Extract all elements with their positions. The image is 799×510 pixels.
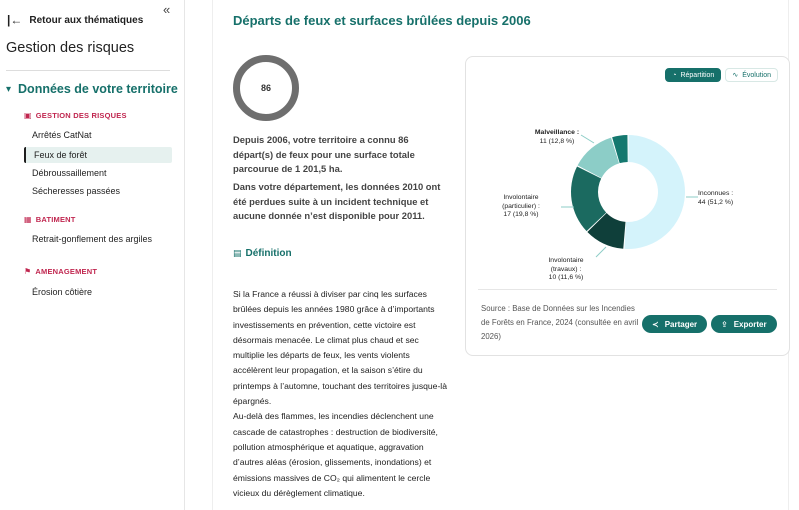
slice-label: Involontaire (travaux) : [548,257,584,273]
source-text: Source : Base de Données sur les Incendi… [481,304,639,341]
export-button[interactable]: ⇪ Exporter [711,315,777,333]
category-batiment: ▦ BATIMENT [24,215,76,224]
page-title: Départs de feux et surfaces brûlées depu… [233,13,531,28]
back-arrow-icon: |← [7,13,23,27]
sidebar-item-retrait-gonflement[interactable]: Retrait-gonflement des argiles [32,234,152,244]
sidebar-item-feux-de-foret[interactable]: Feux de forêt [24,147,172,163]
label-involontaire-particulier: Involontaire (particulier) : 17 (19,8 %) [486,194,556,220]
button-label: Exporter [733,319,767,329]
label-inconnues: Inconnues : 44 (51,2 %) [698,190,768,207]
leader-line [595,246,607,258]
category-gestion-risques: ▣ GESTION DES RISQUES [24,111,127,120]
back-label: Retour aux thématiques [29,14,144,26]
chevron-down-icon: ▾ [6,83,12,95]
back-to-themes-link[interactable]: |← Retour aux thématiques [7,13,143,27]
document-icon: ▤ [233,248,242,258]
planning-icon: ⚑ [24,267,32,276]
category-label: AMENAGEMENT [35,267,98,276]
share-button[interactable]: ≺ Partager [642,315,708,333]
definition-link[interactable]: ▤ Définition [233,248,292,259]
building-icon: ▦ [24,215,32,224]
button-label: Partager [664,319,698,329]
slice-label: Inconnues : [698,190,734,197]
risk-icon: ▣ [24,111,32,120]
label-malveillance: Malveillance : 11 (12,8 %) [524,129,590,146]
label-involontaire-travaux: Involontaire (travaux) : 10 (11,6 %) [538,257,594,283]
sidebar-item-arretes-catnat[interactable]: Arrêtés CatNat [32,130,92,140]
export-icon: ⇪ [721,319,728,329]
page-edge [790,0,799,510]
donut-slice[interactable] [624,135,686,249]
sidebar: « |← Retour aux thématiques Gestion des … [0,0,185,510]
slice-label: Involontaire (particulier) : [502,194,540,210]
fire-count-ring: 86 [233,55,299,121]
slice-label: Malveillance : [534,129,580,136]
chart-card: ◔ Répartition ∿ Évolution Malveillance :… [465,56,790,356]
summary-missing-data: Dans votre département, les données 2010… [233,181,441,221]
definition-label: Définition [245,248,292,259]
sidebar-title: Gestion des risques [6,40,135,56]
category-amenagement: ⚑ AMENAGEMENT [24,267,97,276]
sidebar-item-debroussaillement[interactable]: Débroussaillement [32,168,107,178]
category-label: BATIMENT [35,215,76,224]
body-paragraph-2: Au-delà des flammes, les incendies décle… [233,411,438,498]
slice-value: 10 (11,6 %) [548,274,584,281]
divider [478,289,777,290]
main-content: Départs de feux et surfaces brûlées depu… [212,0,790,510]
donut-chart [561,134,698,258]
divider [6,70,170,71]
section-label: Données de votre territoire [18,82,178,96]
category-label: GESTION DES RISQUES [35,111,127,120]
body-text: Si la France a réussi à diviser par cinq… [233,287,451,501]
slice-value: 44 (51,2 %) [698,198,734,206]
share-icon: ≺ [652,319,659,329]
sidebar-item-erosion-cotiere[interactable]: Érosion côtière [32,287,92,297]
summary-fires: Depuis 2006, votre territoire a connu 86… [233,134,415,174]
sidebar-section-territory[interactable]: ▾ Données de votre territoire [6,82,178,96]
slice-value: 17 (19,8 %) [503,211,539,218]
collapse-sidebar-icon[interactable]: « [163,2,170,17]
slice-value: 11 (12,8 %) [539,137,575,145]
body-paragraph-1: Si la France a réussi à diviser par cinq… [233,289,448,407]
fire-count-value: 86 [260,83,271,93]
sidebar-item-secheresses[interactable]: Sécheresses passées [32,186,120,196]
